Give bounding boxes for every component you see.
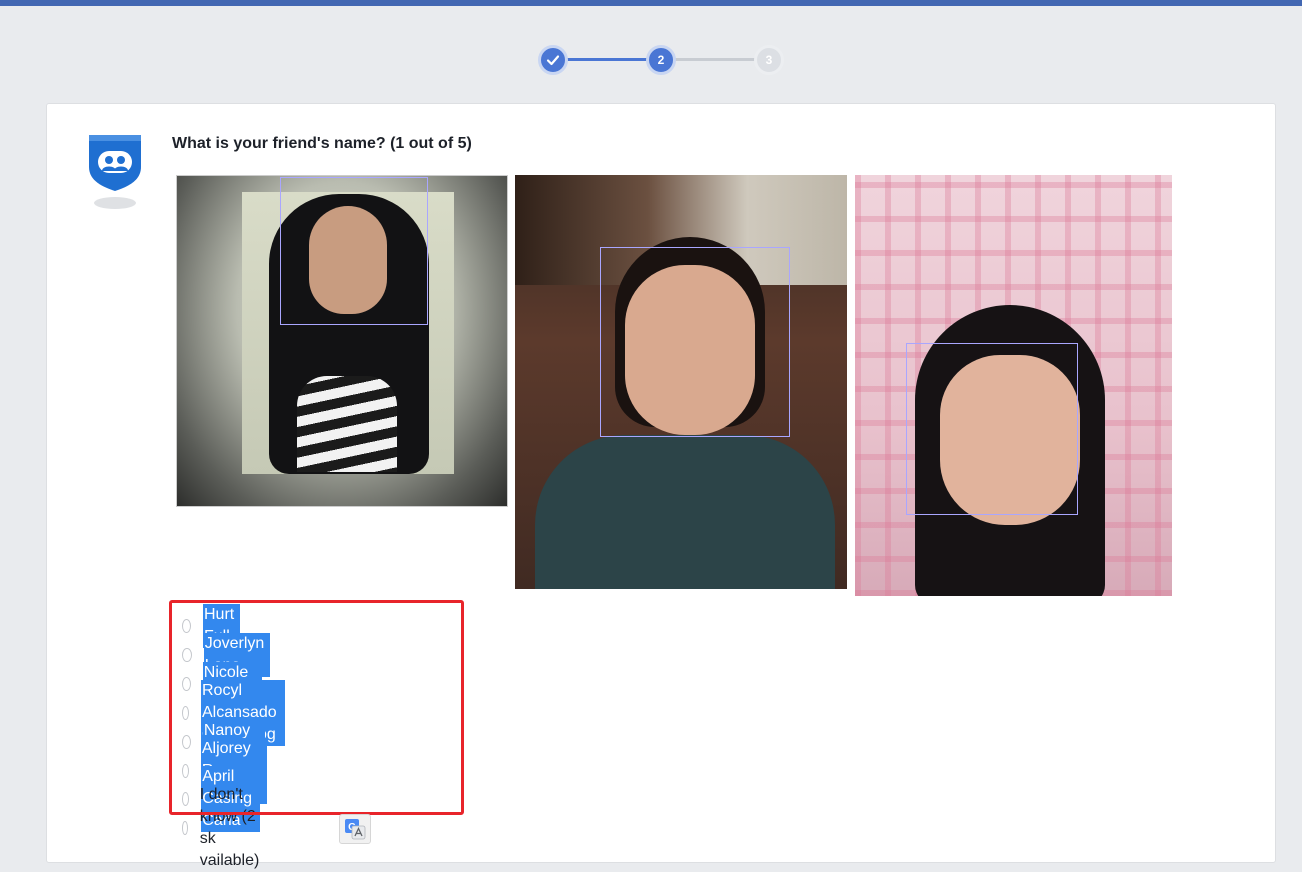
- check-icon: [546, 55, 560, 66]
- face-box: [600, 247, 790, 437]
- photo-shirt: [297, 376, 397, 472]
- step-connector-pending: [661, 58, 769, 61]
- friends-shield-icon: [89, 135, 141, 209]
- friend-photo-1: [176, 175, 508, 507]
- step-connector-done: [553, 58, 661, 61]
- annotation-box: [169, 600, 464, 815]
- step-3: 3: [754, 45, 784, 75]
- dont-know-option[interactable]: I don't know (2 skvailable): [176, 786, 268, 869]
- photo-shirt: [535, 435, 835, 589]
- friend-photo-3: [855, 175, 1172, 596]
- google-translate-icon[interactable]: G: [339, 814, 371, 844]
- face-box: [280, 177, 428, 325]
- step-2: 2: [646, 45, 676, 75]
- step-1: [538, 45, 568, 75]
- friend-photo-2: [515, 175, 847, 589]
- option-label-tail: vailable): [199, 852, 260, 869]
- translate-glyph-icon: G: [345, 819, 366, 840]
- radio-button[interactable]: [182, 821, 188, 835]
- progress-stepper: 2 3: [0, 0, 1302, 100]
- face-box: [906, 343, 1078, 515]
- question-title: What is your friend's name? (1 out of 5): [172, 135, 472, 152]
